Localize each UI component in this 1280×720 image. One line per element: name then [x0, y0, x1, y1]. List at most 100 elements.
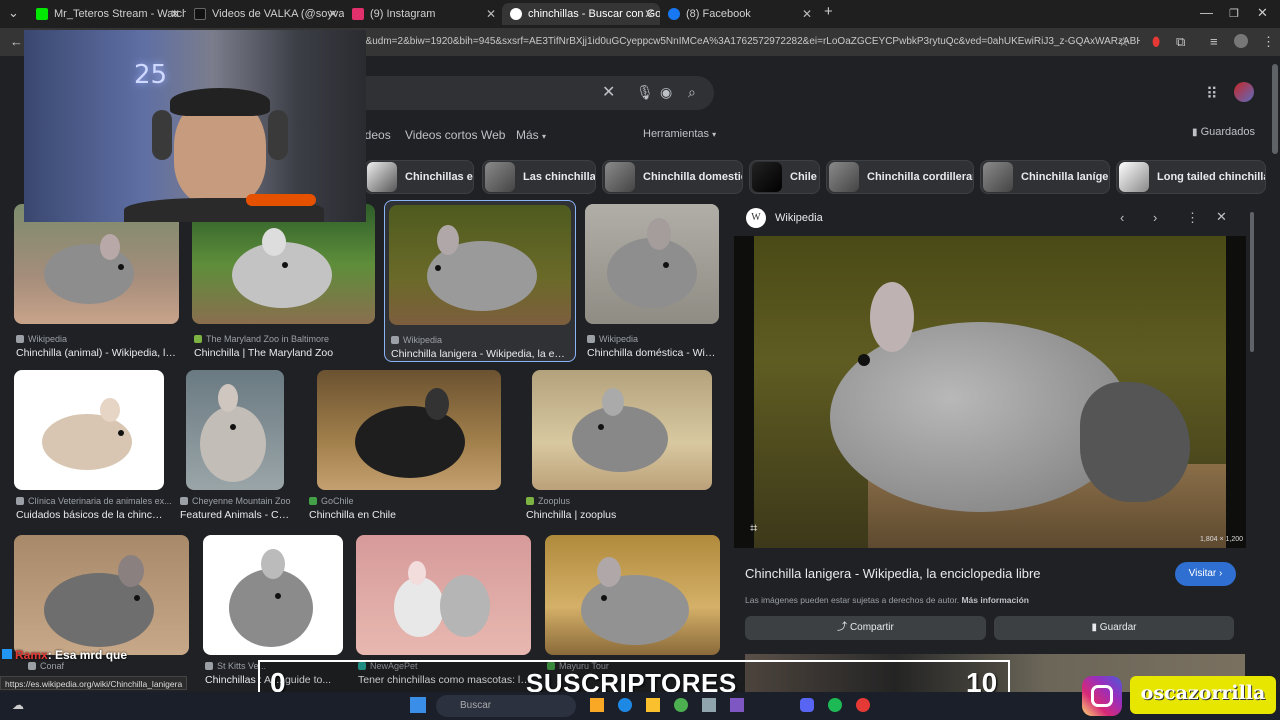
weather-icon[interactable]: ☁ — [12, 698, 24, 712]
chip-chile[interactable]: Chile — [749, 160, 820, 194]
bookmark-star-icon[interactable]: ☆ — [1118, 34, 1130, 50]
share-icon: ⤴ — [837, 622, 848, 633]
image-result[interactable]: Zooplus Chinchilla | zooplus — [526, 370, 720, 521]
preview-scrollbar[interactable] — [1250, 212, 1254, 352]
result-image[interactable] — [192, 204, 375, 324]
saved-button[interactable]: ▮ Guardados — [1192, 126, 1255, 138]
image-result[interactable]: Mayuru Tour — [545, 535, 721, 675]
close-tab-icon[interactable]: ✕ — [328, 7, 338, 21]
chip-chinchilla-domestica[interactable]: Chinchilla domestica — [602, 160, 743, 194]
next-icon[interactable]: › — [1153, 210, 1157, 225]
profile-avatar-icon[interactable] — [1234, 34, 1248, 48]
tab-facebook[interactable]: (8) Facebook ✕ — [660, 3, 818, 25]
tab-mr-teteros[interactable]: Mr_Teteros Stream - Watch Live✕ — [28, 3, 186, 25]
result-image[interactable] — [545, 535, 720, 655]
extension-icon[interactable]: ⬮ — [1152, 34, 1160, 50]
preview-image[interactable]: ⌗ 1,804 × 1,200 — [734, 236, 1246, 548]
extensions-puzzle-icon[interactable]: ⧉ — [1176, 34, 1185, 50]
result-image[interactable] — [186, 370, 284, 490]
preview-source[interactable]: Wikipedia — [775, 212, 823, 224]
tab-videos[interactable]: ideos — [362, 128, 391, 142]
tab-search-icon[interactable]: ⌄ — [8, 5, 19, 21]
chip-chinchillas-eat[interactable]: Chinchillas eat — [364, 160, 474, 194]
result-image[interactable] — [203, 535, 343, 655]
tools-button[interactable]: Herramientas ▾ — [643, 128, 716, 140]
result-title[interactable]: Chinchilla doméstica - Wiki... — [587, 347, 719, 359]
result-title[interactable]: Featured Animals - Chi... — [180, 509, 294, 521]
result-image[interactable] — [532, 370, 712, 490]
windows-start-icon[interactable] — [410, 697, 426, 713]
result-title[interactable]: Cuidados básicos de la chinchil... — [16, 509, 166, 521]
image-result[interactable]: Cheyenne Mountain Zoo Featured Animals -… — [180, 370, 294, 521]
image-result[interactable]: GoChile Chinchilla en Chile — [309, 370, 513, 521]
result-image[interactable] — [14, 535, 189, 655]
more-info-link[interactable]: Más información — [961, 595, 1029, 605]
result-image[interactable] — [14, 204, 179, 324]
lens-icon[interactable]: ◉ — [660, 84, 672, 101]
tab-more[interactable]: Más ▾ — [516, 128, 546, 142]
share-button[interactable]: ⤴ Compartir — [745, 616, 986, 640]
lens-search-icon[interactable]: ⌗ — [750, 520, 757, 536]
address-bar[interactable]: d&udm=2&biw=1920&bih=945&sxsrf=AE3TifNrB… — [360, 31, 1140, 53]
tab-short-videos[interactable]: Videos cortos — [405, 128, 478, 142]
tab-valka[interactable]: Videos de VALKA (@soyvalka) d✕ — [186, 3, 344, 25]
app-icon[interactable] — [702, 698, 716, 712]
app-icon[interactable] — [730, 698, 744, 712]
menu-dots-icon[interactable]: ⋮ — [1262, 34, 1275, 50]
close-tab-icon[interactable]: ✕ — [486, 7, 496, 21]
search-icon[interactable]: ⌕ — [688, 84, 696, 101]
close-window-icon[interactable]: ✕ — [1257, 5, 1268, 21]
previous-icon[interactable]: ‹ — [1120, 210, 1124, 225]
account-avatar[interactable] — [1234, 82, 1254, 102]
chip-chinchilla-cordillerana[interactable]: Chinchilla cordillerana — [826, 160, 974, 194]
spotify-icon[interactable] — [828, 698, 842, 712]
edge-icon[interactable] — [618, 698, 632, 712]
page-scrollbar[interactable] — [1272, 64, 1278, 154]
maximize-icon[interactable]: ❐ — [1229, 7, 1239, 20]
file-explorer-icon[interactable] — [590, 698, 604, 712]
result-image[interactable] — [14, 370, 164, 490]
tab-google-search[interactable]: chinchillas - Buscar con Google✕ — [502, 3, 660, 25]
image-result-selected[interactable]: Wikipedia Chinchilla lanigera - Wikipedi… — [384, 200, 576, 362]
result-title[interactable]: Chinchilla en Chile — [309, 509, 509, 521]
preview-title[interactable]: Chinchilla lanigera - Wikipedia, la enci… — [745, 566, 1041, 581]
result-title[interactable]: Chinchilla lanigera - Wikipedia, la enci… — [391, 348, 569, 360]
result-title[interactable]: Chinchilla | The Maryland Zoo — [194, 347, 376, 359]
chrome-icon[interactable] — [674, 698, 688, 712]
search-box[interactable]: ✕ 🎙 ◉ ⌕ — [340, 76, 714, 110]
microphone-icon[interactable]: 🎙 — [636, 84, 654, 101]
chip-las-chinchillas[interactable]: Las chinchillas — [482, 160, 596, 194]
discord-icon[interactable] — [800, 698, 814, 712]
close-tab-icon[interactable]: ✕ — [644, 7, 654, 21]
visit-button[interactable]: Visitar › — [1175, 562, 1236, 586]
result-image[interactable] — [317, 370, 501, 490]
result-image[interactable] — [389, 205, 571, 325]
back-icon[interactable]: ← — [10, 34, 23, 49]
close-preview-icon[interactable]: ✕ — [1216, 209, 1227, 225]
tab-instagram[interactable]: (9) Instagram ✕ — [344, 3, 502, 25]
new-tab-icon[interactable]: + — [824, 3, 833, 20]
close-tab-icon[interactable]: ✕ — [802, 7, 812, 21]
result-image[interactable] — [585, 204, 719, 324]
result-title[interactable]: Chinchilla (animal) - Wikipedia, la ... — [16, 347, 180, 359]
chip-thumbnail — [605, 162, 635, 192]
save-button[interactable]: ▮ Guardar — [994, 616, 1234, 640]
close-tab-icon[interactable]: ✕ — [170, 7, 180, 21]
more-options-icon[interactable]: ⋮ — [1186, 210, 1199, 226]
result-image[interactable] — [356, 535, 531, 655]
folder-icon[interactable] — [646, 698, 660, 712]
chip-chinchilla-lanigera[interactable]: Chinchilla lanígera — [980, 160, 1110, 194]
result-title[interactable]: Chinchilla | zooplus — [526, 509, 720, 521]
image-result[interactable]: The Maryland Zoo in Baltimore Chinchilla… — [192, 204, 376, 359]
chip-long-tailed-chinchilla[interactable]: Long tailed chinchilla — [1116, 160, 1266, 194]
media-control-icon[interactable]: ≡ — [1210, 34, 1218, 49]
app-icon[interactable] — [856, 698, 870, 712]
clear-search-icon[interactable]: ✕ — [602, 82, 615, 102]
minimize-icon[interactable]: — — [1200, 5, 1213, 20]
tab-web[interactable]: Web — [481, 128, 505, 142]
image-result[interactable]: Wikipedia Chinchilla doméstica - Wiki... — [585, 204, 720, 359]
image-result[interactable]: Wikipedia Chinchilla (animal) - Wikipedi… — [14, 204, 180, 359]
image-result[interactable]: Clínica Veterinaria de animales ex... Cu… — [14, 370, 172, 521]
taskbar-search[interactable]: Buscar — [436, 695, 576, 717]
apps-grid-icon[interactable]: ⠿ — [1206, 84, 1218, 104]
